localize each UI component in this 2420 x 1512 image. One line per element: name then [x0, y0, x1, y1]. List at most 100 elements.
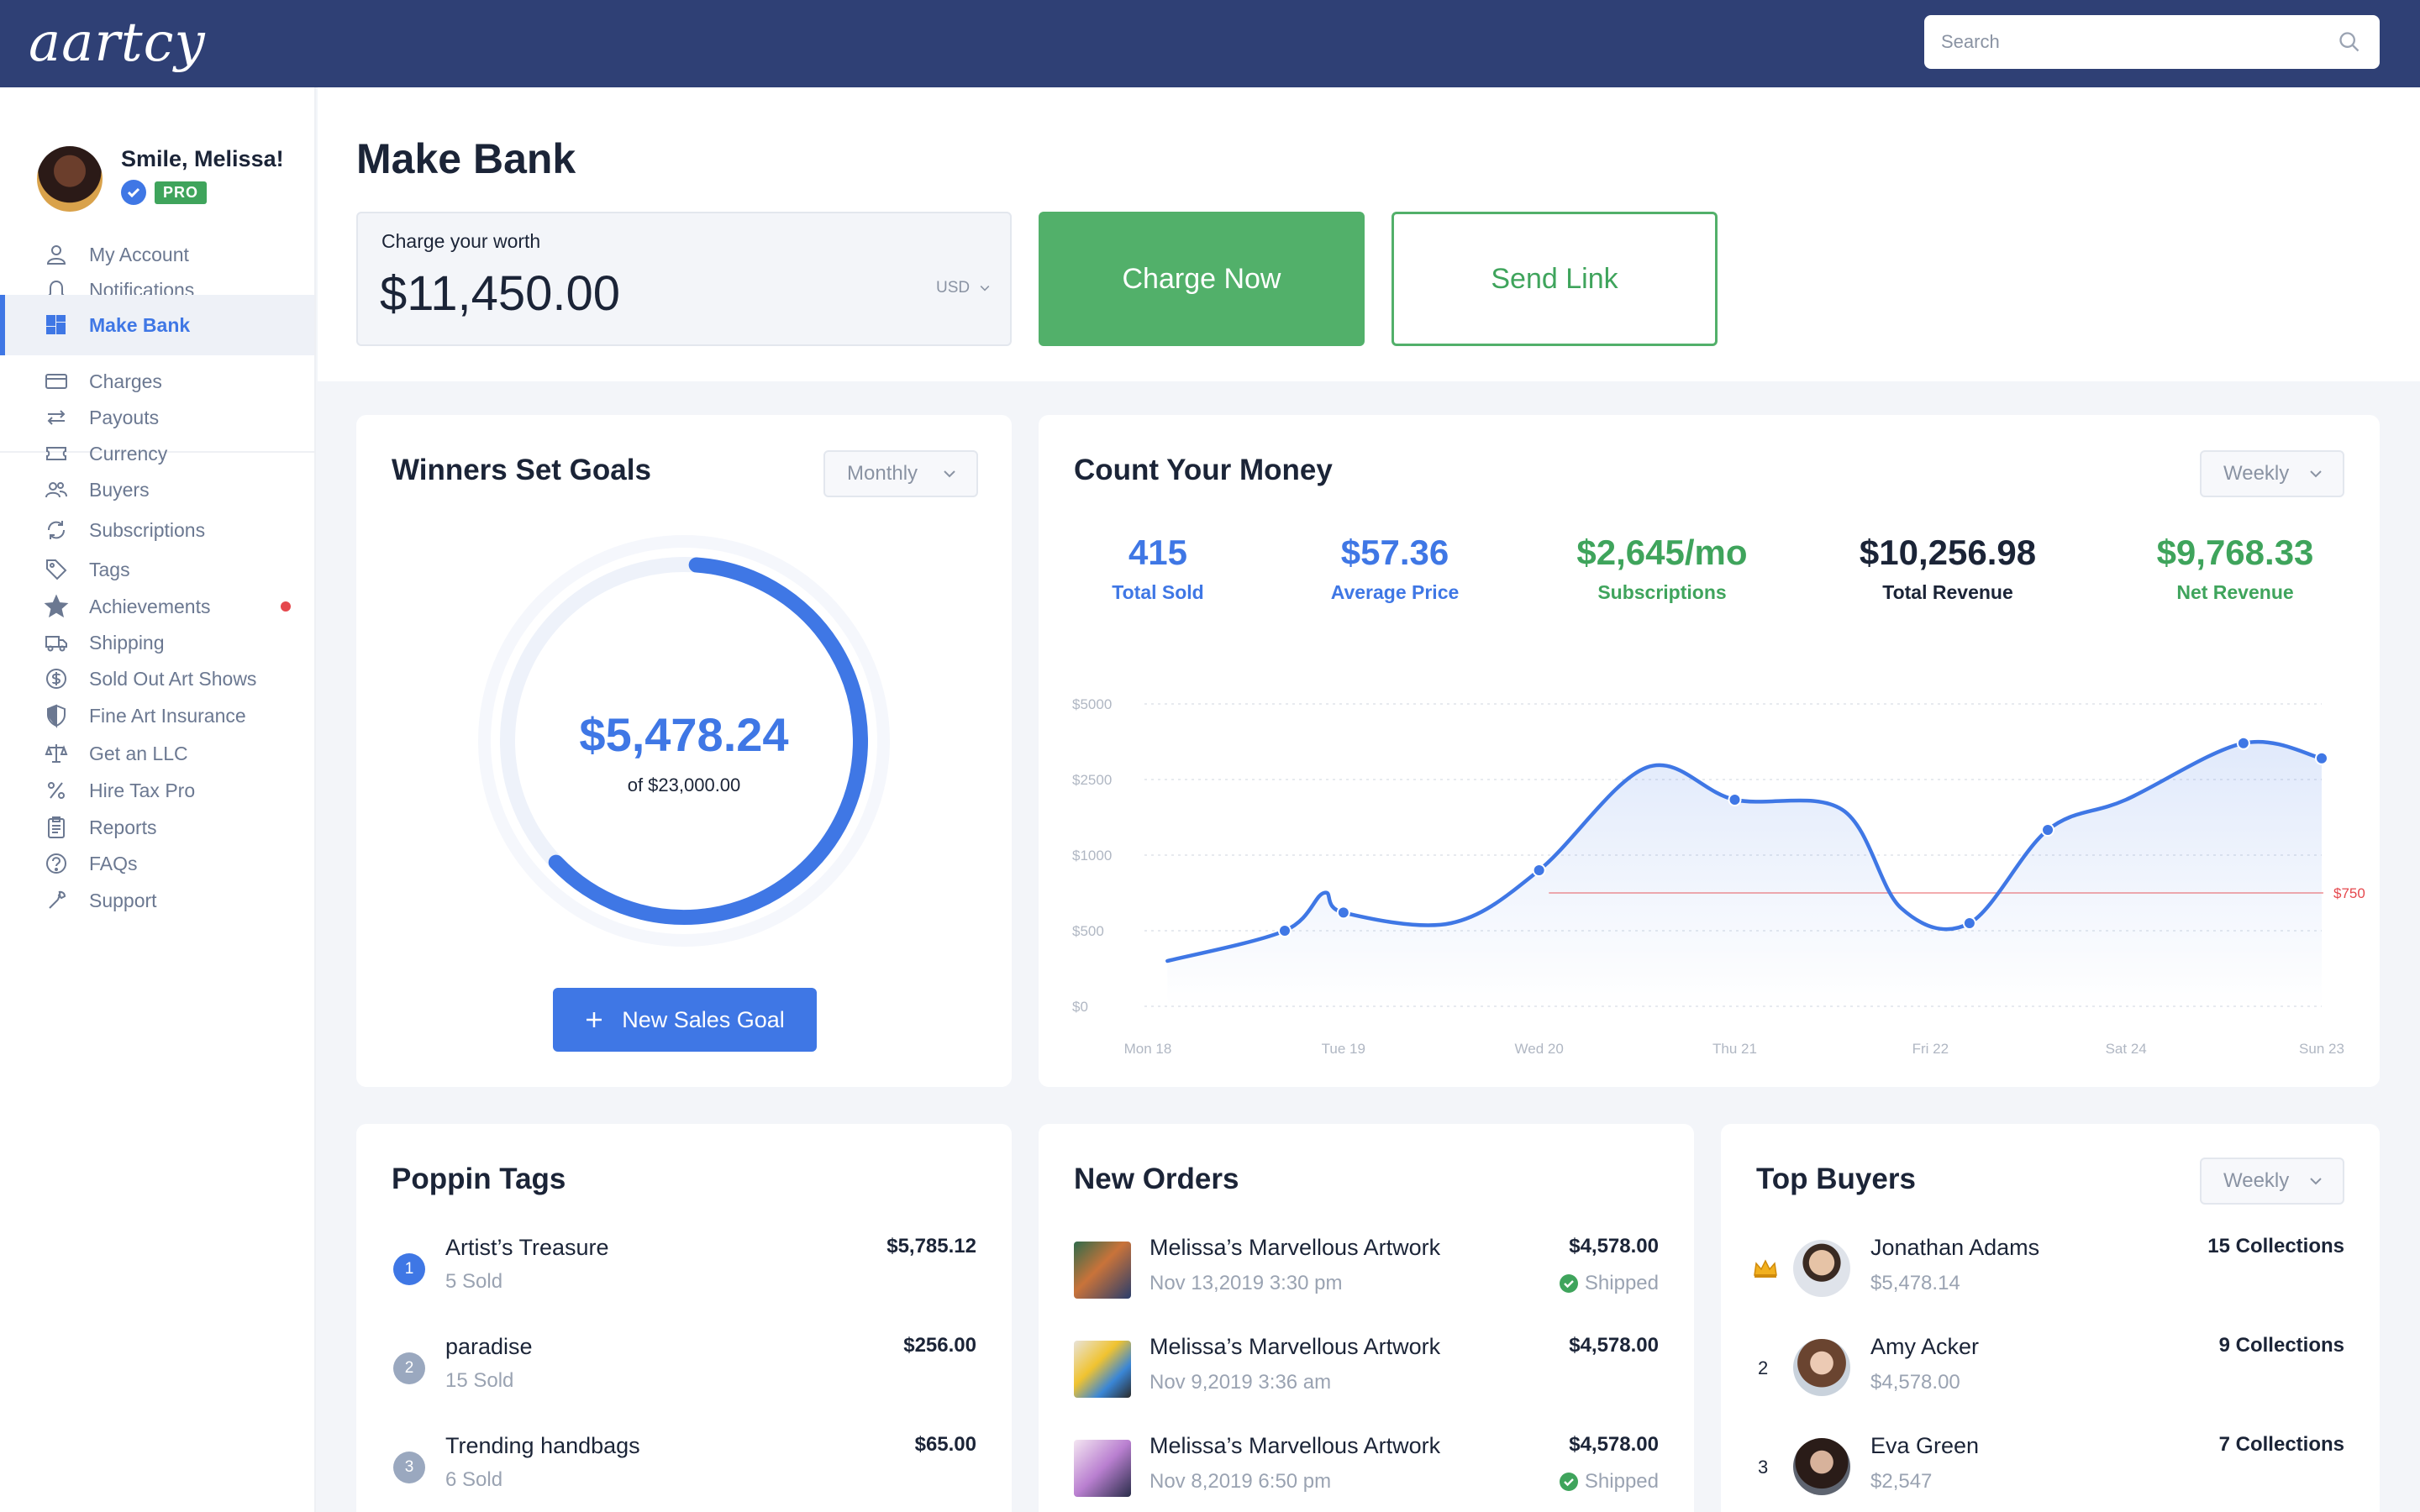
buyer-avatar[interactable] [1793, 1339, 1850, 1396]
order-amount: $4,578.00 [1569, 1235, 1659, 1257]
stat-value: $2,645/mo [1576, 533, 1748, 572]
verified-icon [121, 180, 146, 205]
order-date: Nov 9,2019 3:36 am [1150, 1371, 1332, 1394]
buyer-row[interactable]: 3 Eva Green $2,547 7 Collections [1721, 1431, 2380, 1512]
page-title: Make Bank [356, 135, 576, 182]
sidebar-item-label: Make Bank [89, 313, 191, 336]
new-sales-goal-button[interactable]: New Sales Goal [553, 988, 817, 1052]
buyer-row[interactable]: 2 Amy Acker $4,578.00 9 Collections [1721, 1332, 2380, 1416]
check-circle-icon [1559, 1274, 1578, 1293]
goals-card: Winners Set Goals Monthly $5,478.24 of $… [356, 415, 1012, 1087]
currency-select[interactable]: USD [936, 279, 992, 297]
tag-row[interactable]: 1 Artist’s Treasure 5 Sold $5,785.12 [356, 1230, 1012, 1314]
new-sales-goal-label: New Sales Goal [622, 1006, 785, 1032]
stat-value: $9,768.33 [2156, 533, 2314, 572]
buyers-card: Top Buyers Weekly Jonathan Adams $5,478.1… [1721, 1124, 2380, 1512]
buyer-rank: 2 [1758, 1357, 1769, 1378]
tag-name: Artist’s Treasure [445, 1235, 609, 1260]
order-status-text: Shipped [1584, 1470, 1659, 1493]
x-tick-label: Mon 18 [1124, 1041, 1172, 1057]
order-name: Melissa’s Marvellous Artwork [1150, 1334, 1441, 1359]
artwork-thumbnail [1074, 1341, 1131, 1398]
stat-average-price: $57.36 Average Price [1269, 533, 1521, 604]
dashboard-icon [44, 312, 69, 338]
chevron-down-icon [944, 470, 955, 478]
crown-icon [1753, 1258, 1778, 1284]
buyer-avatar[interactable] [1793, 1240, 1850, 1297]
x-tick-label: Thu 21 [1712, 1041, 1757, 1057]
order-row[interactable]: Melissa’s Marvellous Artwork Nov 9,2019 3… [1039, 1329, 1694, 1413]
avatar[interactable] [37, 146, 103, 212]
order-name: Melissa’s Marvellous Artwork [1150, 1433, 1441, 1458]
search-input[interactable] [1924, 15, 2311, 69]
sidebar-item-label: Buyers [89, 478, 150, 501]
notification-dot [281, 601, 291, 612]
search-icon[interactable] [2338, 30, 2361, 54]
buyers-period-value: Weekly [2223, 1169, 2290, 1192]
charge-now-button[interactable]: Charge Now [1039, 212, 1365, 346]
goals-period-dropdown[interactable]: Monthly [823, 450, 978, 497]
tags-card: Poppin Tags 1 Artist’s Treasure 5 Sold $5,7… [356, 1124, 1012, 1512]
sidebar-item-support[interactable]: Support [0, 870, 314, 931]
money-chart: $0 $500 $1000 $2500 $5000 Mon 18 Tue 19 Wed 20 T… [1072, 696, 2365, 1057]
buyer-collections: 7 Collections [2218, 1433, 2344, 1456]
chevron-down-icon [2310, 1178, 2322, 1185]
stat-value: 415 [1128, 533, 1188, 572]
money-title: Count Your Money [1074, 454, 1333, 486]
buyer-collections: 15 Collections [2207, 1235, 2344, 1257]
orders-card: New Orders Melissa’s Marvellous Artwork N… [1039, 1124, 1694, 1512]
chevron-down-icon [2310, 470, 2322, 478]
sidebar-item-make-bank[interactable]: Make Bank [0, 295, 314, 355]
data-point [2236, 736, 2250, 750]
buyer-amount: $2,547 [1870, 1470, 1933, 1493]
sidebar-item-label: Support [89, 889, 157, 911]
sidebar: Smile, Melissa! PRO My Account Notificati… [0, 87, 316, 1512]
order-row[interactable]: Melissa’s Marvellous Artwork Nov 13,2019 … [1039, 1230, 1694, 1314]
stat-label: Net Revenue [2176, 581, 2294, 603]
artwork-thumbnail [1074, 1242, 1131, 1299]
tag-row[interactable]: 3 Trending handbags 6 Sold $65.00 [356, 1428, 1012, 1512]
data-point [1962, 916, 1976, 930]
stat-total-revenue: $10,256.98 Total Revenue [1822, 533, 2074, 604]
search-box[interactable] [1924, 15, 2380, 69]
stat-label: Total Sold [1112, 581, 1204, 603]
charge-amount-value[interactable]: $11,450.00 [380, 265, 620, 322]
goals-title: Winners Set Goals [392, 454, 651, 486]
order-name: Melissa’s Marvellous Artwork [1150, 1235, 1441, 1260]
rank-badge: 2 [393, 1352, 425, 1384]
users-icon [44, 477, 69, 502]
data-point [2041, 823, 2055, 837]
y-tick-label: $1000 [1072, 848, 1112, 864]
money-period-value: Weekly [2223, 462, 2290, 485]
goals-period-value: Monthly [847, 462, 918, 485]
tag-row[interactable]: 2 paradise 15 Sold $256.00 [356, 1329, 1012, 1413]
order-row[interactable]: Melissa’s Marvellous Artwork Nov 8,2019 6… [1039, 1428, 1694, 1512]
buyer-name: Eva Green [1870, 1433, 1980, 1458]
x-tick-label: Fri 22 [1912, 1041, 1949, 1057]
buyer-row[interactable]: Jonathan Adams $5,478.14 15 Collections [1721, 1233, 2380, 1317]
buyer-name: Jonathan Adams [1870, 1235, 2040, 1260]
buyer-avatar[interactable] [1793, 1438, 1850, 1495]
data-point [1336, 906, 1350, 920]
chart-area-fill [1167, 742, 2322, 1006]
app-logo[interactable]: aartcy [29, 12, 206, 74]
buyer-amount: $4,578.00 [1870, 1371, 1960, 1394]
order-status: Shipped [1559, 1272, 1659, 1295]
money-card: Count Your Money Weekly 415 Total Sold $57… [1039, 415, 2380, 1087]
artwork-thumbnail [1074, 1440, 1131, 1497]
y-tick-label: $5000 [1072, 696, 1112, 712]
send-link-button[interactable]: Send Link [1392, 212, 1718, 346]
profile-greeting: Smile, Melissa! [121, 146, 284, 171]
charge-amount-field[interactable]: Charge your worth $11,450.00 USD [356, 212, 1012, 346]
buyers-period-dropdown[interactable]: Weekly [2200, 1158, 2344, 1205]
money-period-dropdown[interactable]: Weekly [2200, 450, 2344, 497]
threshold-label: $750 [2333, 885, 2365, 901]
stat-total-sold: 415 Total Sold [1032, 533, 1284, 604]
chevron-down-icon [980, 286, 990, 291]
tag-amount: $65.00 [914, 1433, 976, 1456]
sidebar-item-label: Subscriptions [89, 518, 206, 541]
rank-badge: 3 [393, 1452, 425, 1483]
data-point [1728, 793, 1742, 806]
stat-label: Average Price [1330, 581, 1460, 603]
goal-current-value: $5,478.24 [579, 708, 789, 761]
